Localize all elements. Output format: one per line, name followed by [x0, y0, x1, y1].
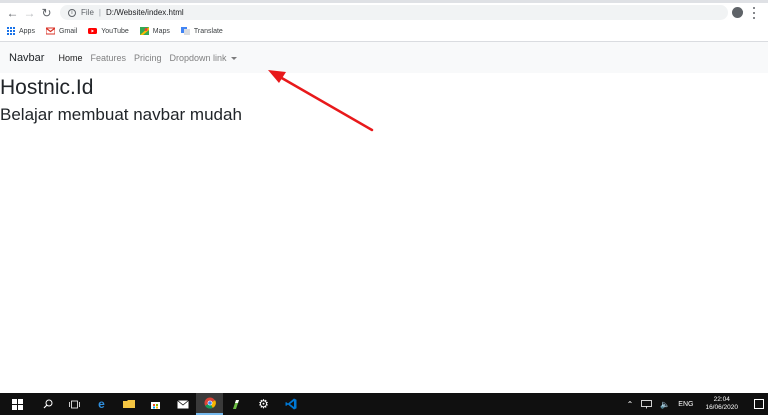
address-bar[interactable]: i File | D:/Website/index.html ☆: [60, 5, 744, 20]
bookmark-label: Maps: [152, 27, 170, 35]
language-indicator[interactable]: ENG: [678, 401, 693, 408]
clock-time: 22:04: [713, 396, 730, 403]
taskbar-store[interactable]: [142, 393, 169, 415]
url-scheme: File: [81, 8, 94, 17]
caret-down-icon: [230, 56, 237, 60]
dropdown-link-label: Dropdown link: [169, 52, 227, 63]
vscode-icon: [285, 398, 296, 410]
info-icon[interactable]: i: [68, 8, 76, 17]
network-monitor-icon[interactable]: [641, 399, 653, 409]
bookmark-maps[interactable]: Maps: [139, 27, 170, 35]
bookmark-translate[interactable]: Translate: [180, 27, 223, 35]
page-navbar: Navbar Home Features Pricing Dropdown li…: [0, 42, 768, 73]
taskbar-edge[interactable]: e: [88, 393, 115, 415]
bookmarks-bar: Apps Gmail YouTube Maps Translate: [0, 23, 768, 39]
page-subheading: Belajar membuat navbar mudah: [0, 105, 242, 124]
notification-center-icon[interactable]: [754, 399, 764, 409]
taskbar-vscode[interactable]: [277, 393, 304, 415]
nav-link-features[interactable]: Features: [90, 53, 126, 63]
taskbar-chrome[interactable]: [196, 393, 223, 415]
forward-button[interactable]: →: [21, 4, 38, 21]
system-tray: ⌃ 🔈 ENG 22:04 16/06/2020: [627, 393, 768, 415]
taskbar-mail[interactable]: [169, 393, 196, 415]
edge-icon: e: [98, 397, 105, 411]
nav-link-dropdown[interactable]: Dropdown link: [170, 53, 237, 63]
page-heading: Hostnic.Id: [0, 76, 94, 99]
folder-icon: [122, 400, 135, 408]
bookmark-gmail[interactable]: Gmail: [45, 27, 78, 35]
chrome-icon: [204, 397, 216, 409]
navbar-brand[interactable]: Navbar: [9, 52, 44, 64]
nav-link-home[interactable]: Home: [58, 53, 82, 63]
windows-taskbar: e ⚙ ⌃ 🔈 ENG 22:04 16/06/2020: [0, 393, 768, 415]
browser-toolbar: ← → ↻ i File | D:/Website/index.html ☆: [0, 3, 768, 22]
maps-icon: [139, 27, 149, 35]
clock[interactable]: 22:04 16/06/2020: [705, 396, 738, 412]
clock-date: 16/06/2020: [705, 404, 738, 411]
bookmark-label: Translate: [193, 27, 223, 35]
taskbar-settings[interactable]: ⚙: [250, 393, 277, 415]
pen-tool-icon: [233, 399, 239, 409]
bookmark-label: Gmail: [58, 27, 78, 35]
task-view-button[interactable]: [61, 393, 88, 415]
task-view-icon: [69, 400, 80, 408]
reload-button[interactable]: ↻: [38, 4, 55, 21]
windows-logo-icon: [11, 398, 23, 410]
bookmark-label: YouTube: [101, 27, 129, 35]
taskbar-app-pen[interactable]: [223, 393, 250, 415]
youtube-icon: [88, 28, 98, 34]
apps-grid-icon: [7, 27, 15, 35]
chevron-up-icon[interactable]: ⌃: [627, 400, 634, 409]
search-button[interactable]: [34, 393, 61, 415]
url-text: D:/Website/index.html: [105, 8, 184, 17]
translate-icon: [180, 27, 190, 35]
search-icon: [43, 399, 52, 409]
kebab-menu-icon[interactable]: [752, 7, 756, 19]
bookmark-apps[interactable]: Apps: [7, 27, 35, 35]
taskbar-file-explorer[interactable]: [115, 393, 142, 415]
nav-link-pricing[interactable]: Pricing: [134, 53, 162, 63]
back-button[interactable]: ←: [4, 4, 21, 21]
gear-icon: ⚙: [258, 397, 269, 411]
gmail-icon: [45, 27, 55, 35]
start-button[interactable]: [0, 393, 34, 415]
volume-icon[interactable]: 🔈: [660, 400, 670, 409]
store-bag-icon: [151, 401, 160, 409]
bookmark-youtube[interactable]: YouTube: [88, 27, 129, 35]
profile-avatar-icon[interactable]: [732, 7, 743, 18]
url-separator: |: [98, 8, 101, 17]
mail-icon: [176, 399, 189, 408]
bookmark-label: Apps: [19, 27, 35, 35]
